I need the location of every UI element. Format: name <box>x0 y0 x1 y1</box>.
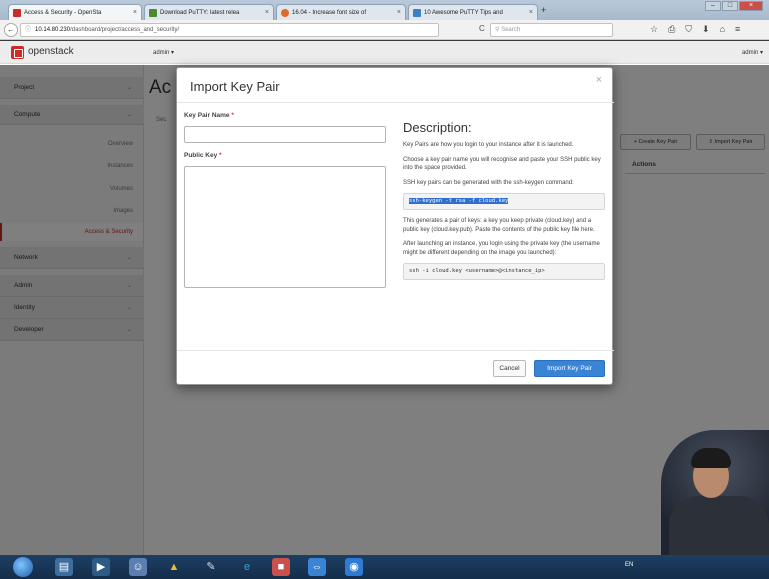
selected-command-text: ssh-keygen -t rsa -f cloud.key <box>409 198 509 204</box>
description-text-3: SSH key pairs can be generated with the … <box>403 179 574 186</box>
user-menu[interactable]: admin ▾ <box>742 49 763 56</box>
key-pair-name-input[interactable] <box>184 126 386 143</box>
tab-label: 10 Awesome PuTTY Tips and <box>424 9 503 16</box>
pocket-icon[interactable]: ⛉ <box>685 24 692 35</box>
tab-label: Download PuTTY: latest relea <box>160 9 240 16</box>
search-placeholder: Search <box>501 27 521 33</box>
openstack-favicon-icon <box>13 8 21 17</box>
back-arrow-icon[interactable]: ← <box>4 23 18 37</box>
description-text-1: Key Pairs are how you login to your inst… <box>403 142 574 148</box>
firefox-icon[interactable]: ◉ <box>345 558 363 576</box>
file-explorer-icon[interactable]: ▤ <box>55 558 73 576</box>
maximize-icon[interactable]: □ <box>722 1 738 11</box>
tab-label: Access & Security - OpenSta <box>24 9 102 16</box>
media-icon[interactable]: ▶ <box>92 558 110 576</box>
taskbar: ▤ ▶ ☺ ▲ ✎ e ■ ⇔ ◉ EN <box>0 555 769 579</box>
menu-icon[interactable]: ≡ <box>735 24 740 35</box>
info-icon[interactable]: ⓘ <box>25 27 31 33</box>
teamviewer-icon[interactable]: ⇔ <box>308 558 326 576</box>
close-icon[interactable]: × <box>397 9 401 16</box>
reading-list-icon[interactable]: ⎙ <box>668 24 675 35</box>
download-icon[interactable]: ⬇ <box>702 24 710 35</box>
new-tab-button[interactable]: + <box>541 5 546 15</box>
internet-explorer-icon[interactable]: e <box>238 558 256 576</box>
window-controls: – □ × <box>705 1 763 11</box>
reload-icon[interactable]: C <box>479 24 485 33</box>
minimize-icon[interactable]: – <box>705 1 721 11</box>
presenter-hair <box>691 448 731 468</box>
modal-title: Import Key Pair <box>190 79 280 94</box>
putty-favicon-icon <box>149 8 157 17</box>
required-asterisk: * <box>231 112 234 119</box>
browser-toolbar-icons: ☆ ⎙ ⛉ ⬇ ⌂ ≡ <box>650 24 740 35</box>
close-icon[interactable]: × <box>265 9 269 16</box>
description-heading: Description: <box>403 120 472 135</box>
vlc-icon[interactable]: ▲ <box>165 558 183 576</box>
description-text-5: After launching an instance, you login u… <box>403 241 600 256</box>
paint-icon[interactable]: ✎ <box>202 558 220 576</box>
close-icon[interactable]: × <box>529 9 533 16</box>
tab-label: 16.04 - Increase font size of <box>292 9 367 16</box>
page-favicon-icon <box>413 8 421 17</box>
openstack-top-bar: openstack admin ▾ admin ▾ <box>0 41 769 64</box>
description-panel: Description: Key Pairs are how you login… <box>403 120 605 287</box>
openstack-logo-icon[interactable] <box>11 46 24 59</box>
key-pair-name-label-text: Key Pair Name <box>184 112 230 119</box>
tab-font-size[interactable]: 16.04 - Increase font size of × <box>276 4 406 20</box>
modal-header-divider <box>177 102 614 103</box>
key-pair-name-label: Key Pair Name * <box>184 112 234 119</box>
tab-putty-download[interactable]: Download PuTTY: latest relea × <box>144 4 274 20</box>
project-selector[interactable]: admin ▾ <box>153 49 174 56</box>
start-button-icon[interactable] <box>13 557 33 577</box>
window-close-icon[interactable]: × <box>739 1 763 11</box>
tab-access-security[interactable]: Access & Security - OpenSta × <box>8 4 142 20</box>
bookmark-star-icon[interactable]: ☆ <box>650 24 658 35</box>
public-key-textarea[interactable] <box>184 166 386 288</box>
close-icon[interactable]: × <box>596 74 602 86</box>
required-asterisk: * <box>219 152 222 159</box>
browser-nav-bar: ← ⓘ 10.14.80.230/dashboard/project/access… <box>0 20 769 40</box>
tab-putty-tips[interactable]: 10 Awesome PuTTY Tips and × <box>408 4 538 20</box>
openstack-logo-text[interactable]: openstack <box>28 46 74 57</box>
description-text-2: Choose a key pair name you will recognis… <box>403 156 601 172</box>
ssh-login-command[interactable]: ssh -i cloud.key <username>@<instance_ip… <box>403 263 605 280</box>
webcam-presenter-image <box>661 430 769 558</box>
cancel-button[interactable]: Cancel <box>493 360 526 377</box>
public-key-label-text: Public Key <box>184 152 218 159</box>
close-icon[interactable]: × <box>133 9 137 16</box>
askubuntu-favicon-icon <box>281 8 289 17</box>
language-indicator[interactable]: EN <box>625 562 633 568</box>
url-bar[interactable]: ⓘ 10.14.80.230/dashboard/project/access_a… <box>20 23 439 37</box>
ssh-keygen-command[interactable]: ssh-keygen -t rsa -f cloud.key <box>403 193 605 210</box>
description-text-4: This generates a pair of keys: a key you… <box>403 218 595 233</box>
import-key-pair-modal: Import Key Pair × Key Pair Name * Public… <box>176 67 614 385</box>
people-icon[interactable]: ☺ <box>129 558 147 576</box>
url-path: /dashboard/project/access_and_security/ <box>70 27 180 33</box>
modal-footer-divider <box>177 350 614 351</box>
presentation-app-icon[interactable]: ■ <box>272 558 290 576</box>
browser-tab-bar: Access & Security - OpenSta × Download P… <box>0 0 769 20</box>
import-key-pair-submit-button[interactable]: Import Key Pair <box>534 360 605 377</box>
public-key-label: Public Key * <box>184 152 222 159</box>
presenter-body <box>669 496 769 558</box>
url-host: 10.14.80.230 <box>35 27 71 33</box>
home-icon[interactable]: ⌂ <box>720 24 725 35</box>
search-input[interactable]: ⚲ Search <box>490 23 613 37</box>
